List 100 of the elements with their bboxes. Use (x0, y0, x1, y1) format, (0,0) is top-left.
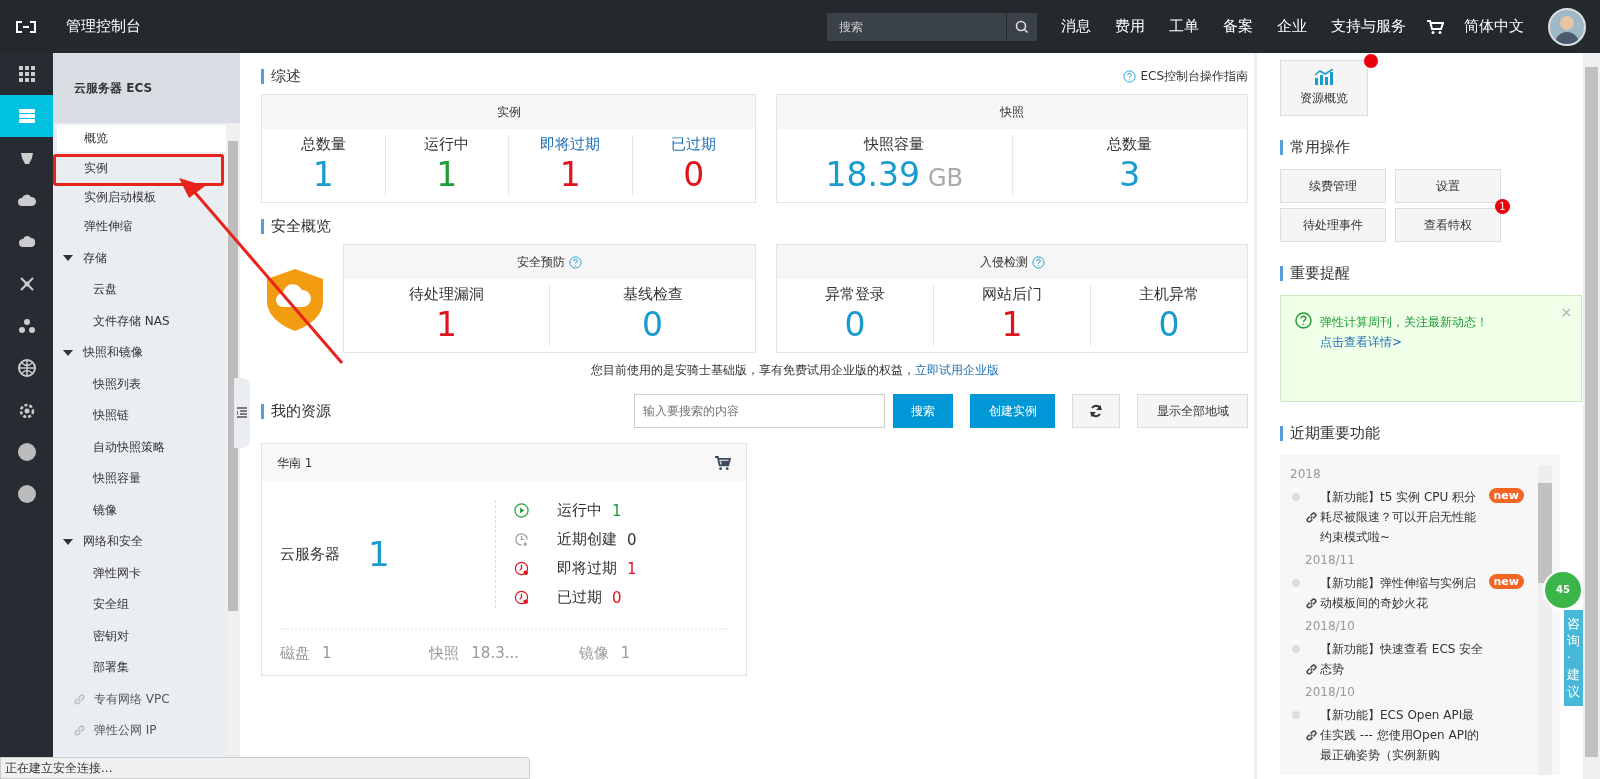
stat-unit: GB (927, 164, 963, 192)
date-label: 2018/10 (1305, 685, 1356, 699)
stat-value: 1 (312, 154, 334, 196)
details-link[interactable]: 点击查看详情> (1320, 335, 1403, 349)
count-badge: 45 (1543, 570, 1583, 610)
sidebar-link[interactable]: 弹性公网 IP (53, 714, 226, 747)
card-header: 入侵检测 (777, 245, 1247, 279)
language-link[interactable]: 简体中文 (1464, 17, 1524, 36)
nav-link[interactable]: 企业 (1277, 17, 1307, 36)
sidebar-item[interactable]: 弹性伸缩 (57, 213, 144, 240)
card-header: 实例 (262, 95, 755, 129)
status-text: 正在建立安全连接... (5, 759, 113, 777)
sidebar-group[interactable]: 存储 (53, 242, 226, 274)
sidebar-title: 云服务器 ECS (74, 79, 153, 97)
stat-value: 1 (1001, 304, 1023, 346)
nav-link[interactable]: 消息 (1061, 17, 1091, 36)
status-label: 近期创建 (557, 530, 617, 549)
nav-link[interactable]: 工单 (1169, 17, 1199, 36)
operation-button[interactable]: 查看特权 (1395, 208, 1501, 242)
feature-link[interactable]: 【新功能】快速查看 ECS 安全态势 (1320, 639, 1486, 679)
card-header: 安全预防 (344, 245, 755, 279)
nav-link[interactable]: 费用 (1115, 17, 1145, 36)
stat-label: 待处理漏洞 (409, 285, 484, 304)
stat-link[interactable]: 即将过期 (540, 135, 601, 154)
section-title: 我的资源 (261, 403, 331, 419)
stat-label: 运行中 (424, 135, 470, 154)
show-all-regions-button[interactable]: 显示全部地域 (1137, 394, 1248, 428)
sidebar-item[interactable]: 快照容量 (53, 462, 226, 495)
trial-link[interactable]: 立即试用企业版 (914, 363, 999, 377)
stat-value: 0 (1158, 304, 1180, 346)
stat-value: 3 (1119, 154, 1141, 196)
nav-link[interactable]: 备案 (1223, 17, 1253, 36)
stat-label: 主机异常 (1139, 285, 1199, 304)
feature-link[interactable]: 【新功能】弹性伸缩与实例启动模板间的奇妙火花 (1320, 573, 1486, 613)
sidebar-item[interactable]: 快照链 (53, 399, 226, 432)
status-label: 运行中 (557, 501, 602, 520)
sidebar-group[interactable]: 快照和镜像 (53, 336, 226, 369)
card-header: 快照 (777, 95, 1247, 129)
status-count: 1 (612, 501, 622, 520)
guide-link[interactable]: ECS控制台操作指南 (1123, 67, 1248, 85)
sidebar-item[interactable]: 快照列表 (53, 368, 226, 400)
stat-value: 0 (642, 304, 663, 346)
operation-button[interactable]: 续费管理 (1280, 169, 1386, 203)
stat-value: 18.39 (825, 154, 920, 196)
sidebar-item[interactable]: 实例启动模板 (57, 183, 168, 211)
region-name: 华南 1 (277, 454, 313, 472)
sidebar-group[interactable]: 网络和安全 (53, 525, 226, 558)
stat-link[interactable]: 已过期 (671, 135, 717, 154)
feature-link[interactable]: 【新功能】ECS Open API最佳实践 --- 您使用Open API的最正确姿势（实例新购 (1320, 705, 1486, 765)
status-label: 已过期 (557, 588, 602, 607)
status-label: 即将过期 (557, 559, 617, 578)
stat-label: 快照容量 (864, 135, 925, 154)
stat-label: 基线检查 (622, 285, 683, 304)
new-badge: new (1488, 488, 1524, 503)
footer-value: 1 (620, 644, 631, 663)
status-count: 0 (612, 588, 622, 607)
nav-link[interactable]: 支持与服务 (1331, 17, 1406, 36)
feedback-label: 咨询·建议 (1564, 610, 1583, 707)
feature-link[interactable]: 【新功能】t5 实例 CPU 积分耗尽被限速？可以开启无性能约束模式啦~ (1320, 487, 1486, 547)
section-title: 综述 (261, 68, 301, 84)
status-count: 1 (627, 559, 637, 578)
operation-button[interactable]: 设置 (1395, 169, 1501, 203)
stat-label: 总数量 (1107, 135, 1153, 154)
product-label: 云服务器 (280, 544, 340, 564)
sidebar-link[interactable]: 专有网络 VPC (53, 683, 226, 715)
stat-value: 1 (436, 154, 458, 196)
notice-text: 弹性计算周刊，关注最新动态！ 点击查看详情> (1320, 314, 1489, 351)
sidebar-item[interactable]: 实例 (57, 154, 120, 182)
date-label: 2018/10 (1305, 619, 1356, 633)
new-badge: new (1488, 574, 1524, 589)
stat-label: 网站后门 (982, 285, 1042, 304)
stat-value: 1 (436, 304, 457, 346)
sidebar-item[interactable]: 安全组 (53, 588, 226, 621)
resource-overview-button[interactable]: 资源概览 (1280, 60, 1368, 116)
security-note: 您目前使用的是安骑士基础版，享有免费试用企业版的权益， (590, 363, 915, 377)
date-label: 2018/11 (1305, 553, 1356, 567)
sidebar-item[interactable]: 部署集 (53, 651, 226, 684)
sidebar-item[interactable]: 文件存储 NAS (53, 305, 226, 337)
sidebar-item[interactable]: 镜像 (53, 494, 226, 526)
stat-value: 0 (844, 304, 866, 346)
footer-label: 镜像 (578, 644, 609, 663)
search-field[interactable]: 搜索 (827, 12, 1037, 41)
footer-value: 1 (322, 644, 332, 663)
status-count: 0 (627, 530, 637, 549)
date-label: 2018 (1290, 467, 1322, 481)
sidebar-item[interactable]: 概览 (57, 125, 226, 153)
footer-value: 18.3... (471, 644, 520, 663)
stat-label: 异常登录 (825, 285, 885, 304)
stat-value: 1 (559, 154, 581, 196)
sidebar-item[interactable]: 云盘 (53, 273, 226, 306)
footer-label: 快照 (429, 644, 460, 663)
search-field[interactable]: 输入要搜索的内容 (634, 394, 885, 428)
section-title: 安全概览 (261, 218, 331, 234)
footer-label: 磁盘 (280, 644, 310, 663)
sidebar-item[interactable]: 密钥对 (53, 620, 226, 652)
sidebar-item[interactable]: 自动快照策略 (53, 431, 226, 463)
stat-value: 0 (683, 154, 705, 196)
operation-button[interactable]: 待处理事件 (1280, 208, 1386, 242)
sidebar-item[interactable]: 弹性网卡 (53, 557, 226, 589)
console-title[interactable]: 管理控制台 (66, 17, 141, 36)
